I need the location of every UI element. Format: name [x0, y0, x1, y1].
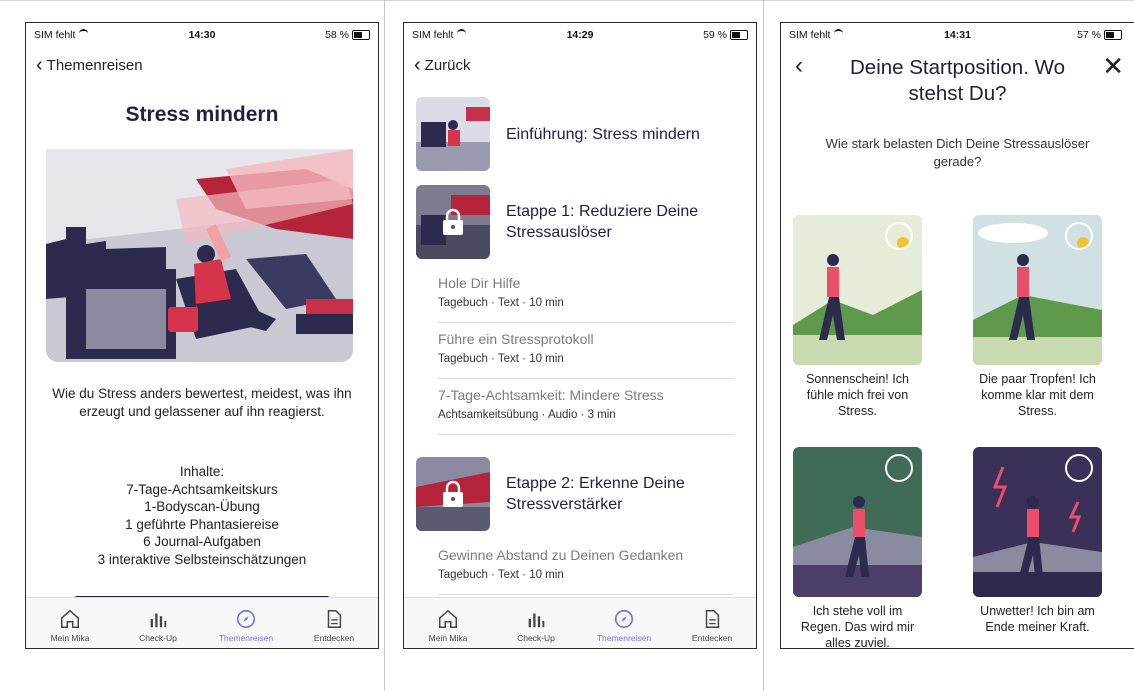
battery-percent: 57 % — [1077, 29, 1101, 41]
lesson-meta: Tagebuch · Text · 10 min — [438, 297, 564, 309]
option-illustration — [973, 447, 1102, 597]
lock-icon — [416, 185, 490, 259]
phone-screen-start-position: SIM fehlt 14:31 57 % ‹ ✕ Deine Startposi… — [780, 22, 1134, 649]
compass-icon — [236, 609, 256, 629]
etappe-1-thumbnail — [416, 185, 490, 259]
lesson-meta: Tagebuch · Text · 10 min — [438, 353, 564, 365]
option-caption: Sonnenschein! Ich fühle mich frei von St… — [806, 372, 909, 418]
panel-divider-1 — [384, 0, 385, 691]
tab-bar: Mein Mika Check-Up Themenreisen Entdecke… — [404, 597, 756, 648]
lesson-meta: Achtsamkeitsübung · Audio · 3 min — [438, 409, 616, 421]
back-button[interactable]: ‹ Themenreisen — [36, 54, 143, 76]
contents-item: 6 Journal-Aufgaben — [143, 534, 261, 549]
contents-heading: Inhalte: — [179, 464, 225, 479]
tab-themenreisen[interactable]: Themenreisen — [202, 598, 290, 648]
option-card-sunshine[interactable]: Sonnenschein! Ich fühle mich frei von St… — [793, 215, 922, 419]
home-icon — [439, 609, 457, 628]
lesson-item[interactable]: Gewinne Abstand zu Deinen Gedanken Tageb… — [438, 547, 734, 595]
radio-button[interactable] — [1065, 222, 1093, 250]
tab-bar: Mein Mika Check-Up Themenreisen Entdecke… — [26, 597, 378, 648]
battery-icon — [1104, 30, 1122, 40]
intro-thumbnail — [416, 97, 490, 171]
bar-chart-icon — [150, 613, 167, 628]
battery-icon — [352, 30, 370, 40]
lesson-meta: Tagebuch · Text · 10 min — [438, 569, 564, 581]
contents-list: Inhalte: 7-Tage-Achtsamkeitskurs 1-Bodys… — [36, 463, 368, 568]
compass-icon — [614, 609, 634, 629]
etappe-1-header[interactable]: Etappe 1: Reduziere Deine Stressauslöser — [416, 185, 744, 259]
phone-screen-topic-overview: SIM fehlt 14:30 58 % ‹ Themenreisen Stre… — [25, 22, 379, 649]
tab-mein-mika[interactable]: Mein Mika — [26, 598, 114, 648]
tab-check-up[interactable]: Check-Up — [492, 598, 580, 648]
page-title: Stress mindern — [125, 103, 279, 126]
chevron-left-icon: ‹ — [36, 54, 43, 76]
question-text: Wie stark belasten Dich Deine Stressausl… — [825, 136, 1090, 169]
etappe-2-thumbnail — [416, 457, 490, 531]
page-title: Deine Startposition. Wo stehst Du? — [850, 56, 1065, 105]
etappe-1-title: Etappe 1: Reduziere Deine Stressauslöser — [506, 203, 699, 241]
option-caption: Unwetter! Ich bin am Ende meiner Kraft. — [980, 604, 1095, 634]
top-border — [0, 0, 1134, 1]
document-icon — [327, 610, 342, 628]
bar-chart-icon — [528, 613, 545, 628]
contents-item: 1 geführte Phantasiereise — [125, 516, 279, 532]
option-illustration — [973, 215, 1102, 365]
back-button[interactable]: ‹ Zurück — [414, 54, 471, 76]
battery-percent: 59 % — [703, 29, 727, 41]
back-label: Themenreisen — [46, 57, 143, 74]
lesson-title: 7-Tage-Achtsamkeit: Mindere Stress — [438, 387, 664, 403]
chevron-left-icon[interactable]: ‹ — [795, 53, 803, 79]
option-illustration — [793, 215, 922, 365]
lesson-item[interactable]: 7-Tage-Achtsamkeit: Mindere Stress Achts… — [438, 387, 734, 435]
contents-item: 1-Bodyscan-Übung — [144, 499, 260, 514]
option-caption: Die paar Tropfen! Ich komme klar mit dem… — [979, 372, 1096, 418]
hero-illustration — [46, 149, 353, 362]
close-icon[interactable]: ✕ — [1102, 53, 1124, 79]
lock-icon — [416, 457, 490, 531]
battery-icon — [730, 30, 748, 40]
option-card-drops[interactable]: Die paar Tropfen! Ich komme klar mit dem… — [973, 215, 1102, 419]
lesson-title: Hole Dir Hilfe — [438, 275, 521, 291]
chevron-left-icon: ‹ — [414, 54, 421, 76]
home-icon — [61, 609, 79, 628]
lesson-title: Gewinne Abstand zu Deinen Gedanken — [438, 547, 684, 563]
intro-item[interactable]: Einführung: Stress mindern — [416, 97, 744, 171]
tab-mein-mika[interactable]: Mein Mika — [404, 598, 492, 648]
intro-title: Einführung: Stress mindern — [506, 125, 700, 143]
option-illustration — [793, 447, 922, 597]
panel-divider-2 — [763, 0, 764, 691]
battery-percent: 58 % — [325, 29, 349, 41]
document-icon — [705, 610, 720, 628]
tab-entdecken[interactable]: Entdecken — [290, 598, 378, 648]
status-bar: SIM fehlt 14:31 57 % — [781, 23, 1134, 45]
option-card-storm[interactable]: Unwetter! Ich bin am Ende meiner Kraft. — [973, 447, 1102, 635]
lesson-item[interactable]: Hole Dir Hilfe Tagebuch · Text · 10 min — [438, 275, 734, 323]
etappe-2-header[interactable]: Etappe 2: Erkenne Deine Stressverstärker — [416, 457, 744, 531]
status-bar: SIM fehlt 14:30 58 % — [26, 23, 378, 45]
lesson-title: Führe ein Stressprotokoll — [438, 331, 594, 347]
status-bar: SIM fehlt 14:29 59 % — [404, 23, 756, 45]
back-label: Zurück — [424, 57, 471, 74]
etappe-2-title: Etappe 2: Erkenne Deine Stressverstärker — [506, 475, 685, 513]
contents-item: 7-Tage-Achtsamkeitskurs — [126, 481, 278, 497]
option-caption: Ich stehe voll im Regen. Das wird mir al… — [800, 604, 915, 649]
tab-check-up[interactable]: Check-Up — [114, 598, 202, 648]
lesson-item[interactable]: Führe ein Stressprotokoll Tagebuch · Tex… — [438, 331, 734, 379]
option-card-rain[interactable]: Ich stehe voll im Regen. Das wird mir al… — [793, 447, 922, 649]
tab-themenreisen[interactable]: Themenreisen — [580, 598, 668, 648]
contents-item: 3 interaktive Selbsteinschätzungen — [97, 551, 307, 567]
phone-screen-stages: SIM fehlt 14:29 59 % ‹ Zurück Einführung… — [403, 22, 757, 649]
radio-button[interactable] — [885, 454, 913, 482]
radio-button[interactable] — [885, 222, 913, 250]
topic-description: Wie du Stress anders bewertest, meidest,… — [52, 386, 352, 419]
radio-button[interactable] — [1065, 454, 1093, 482]
tab-entdecken[interactable]: Entdecken — [668, 598, 756, 648]
